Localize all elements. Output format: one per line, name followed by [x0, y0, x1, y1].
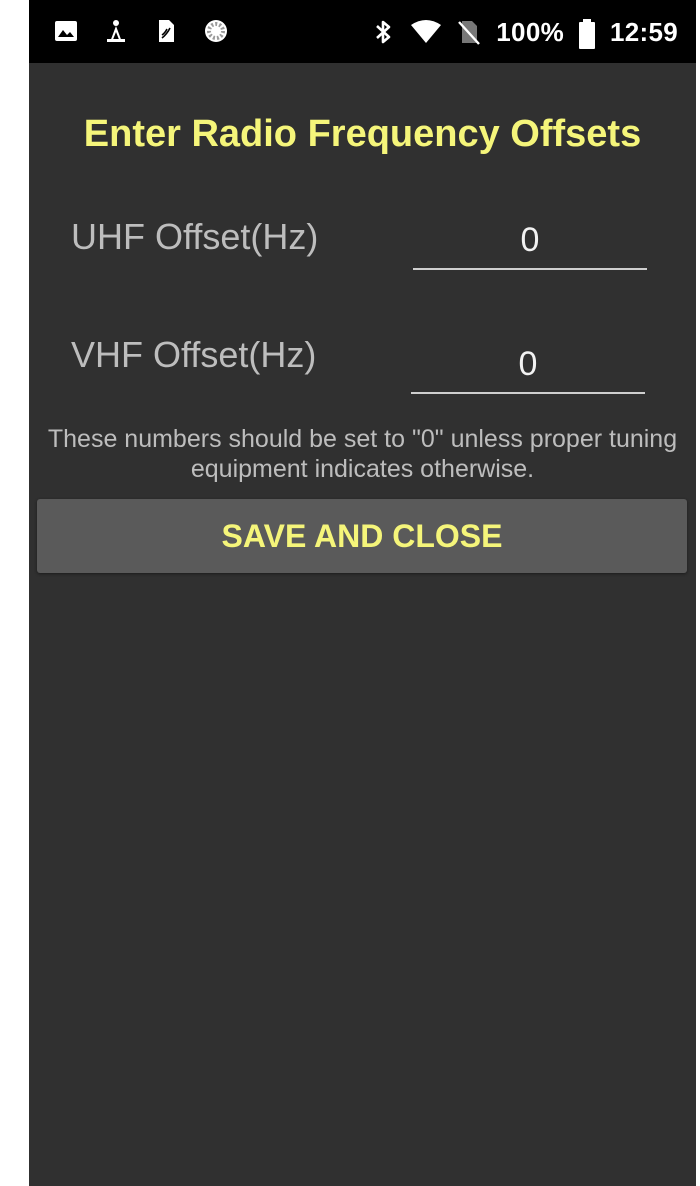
uhf-offset-label: UHF Offset(Hz) — [71, 216, 319, 257]
app-screen: 100% 12:59 Enter Radio Frequency Offsets… — [29, 0, 696, 1186]
sync-progress-icon — [203, 18, 229, 44]
battery-percent: 100% — [496, 16, 564, 47]
uhf-offset-field[interactable]: 0 — [413, 212, 647, 270]
sim-card-icon — [153, 18, 179, 44]
notification-icons — [53, 18, 229, 44]
no-sim-icon — [456, 19, 482, 45]
vhf-offset-label: VHF Offset(Hz) — [71, 334, 317, 375]
offset-help-text: These numbers should be set to "0" unles… — [47, 425, 678, 482]
wifi-icon — [410, 19, 442, 45]
status-bar: 100% 12:59 — [29, 0, 696, 63]
radio-tower-icon — [103, 18, 129, 44]
battery-icon — [578, 19, 596, 49]
bluetooth-icon — [370, 19, 396, 45]
gallery-icon — [53, 18, 79, 44]
vhf-offset-field[interactable]: 0 — [411, 336, 645, 394]
save-and-close-button[interactable]: SAVE AND CLOSE — [37, 499, 687, 573]
page-title: Enter Radio Frequency Offsets — [83, 113, 642, 155]
clock: 12:59 — [610, 16, 678, 47]
uhf-offset-value[interactable]: 0 — [413, 212, 647, 268]
vhf-offset-value[interactable]: 0 — [411, 336, 645, 392]
system-icons: 100% 12:59 — [370, 14, 678, 50]
